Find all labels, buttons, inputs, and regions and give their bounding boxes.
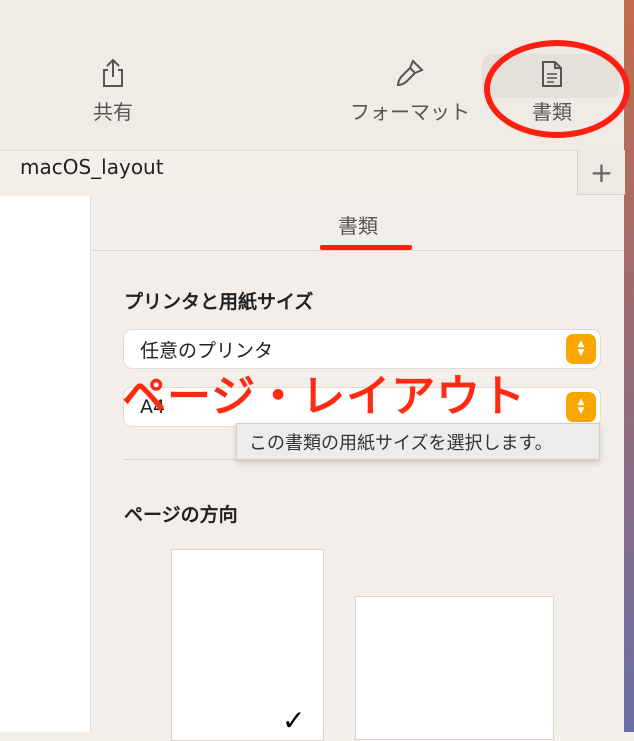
format-label: フォーマット bbox=[350, 100, 470, 124]
chevron-updown-icon: ▲ ▼ bbox=[566, 334, 596, 364]
landscape-orientation-option[interactable] bbox=[355, 596, 554, 740]
annotation-page-layout: ページ・レイアウト bbox=[122, 371, 527, 422]
share-button[interactable]: 共有 bbox=[86, 58, 140, 125]
checkmark-icon: ✓ bbox=[282, 704, 306, 737]
document-canvas[interactable] bbox=[0, 196, 91, 732]
printer-select-value: 任意のプリンタ bbox=[140, 339, 274, 362]
add-tab-button[interactable]: + bbox=[577, 150, 625, 195]
tab-document[interactable]: 書類 bbox=[338, 210, 378, 239]
orientation-section-title: ページの方向 bbox=[124, 504, 238, 526]
tab-underline bbox=[320, 245, 412, 250]
printer-section-title: プリンタと用紙サイズ bbox=[124, 291, 314, 313]
format-button[interactable]: フォーマット bbox=[345, 58, 475, 125]
highlight-ring bbox=[484, 40, 630, 138]
plus-icon: + bbox=[589, 155, 614, 189]
section-divider bbox=[124, 459, 598, 460]
tab-macos-layout[interactable]: macOS_layout bbox=[20, 155, 164, 179]
window-edge bbox=[624, 0, 634, 732]
paper-size-tooltip: この書類の用紙サイズを選択します。 bbox=[236, 423, 600, 461]
chevron-updown-icon: ▲ ▼ bbox=[566, 392, 596, 422]
share-label: 共有 bbox=[93, 100, 133, 124]
paintbrush-icon bbox=[396, 59, 424, 87]
share-icon bbox=[103, 58, 123, 87]
